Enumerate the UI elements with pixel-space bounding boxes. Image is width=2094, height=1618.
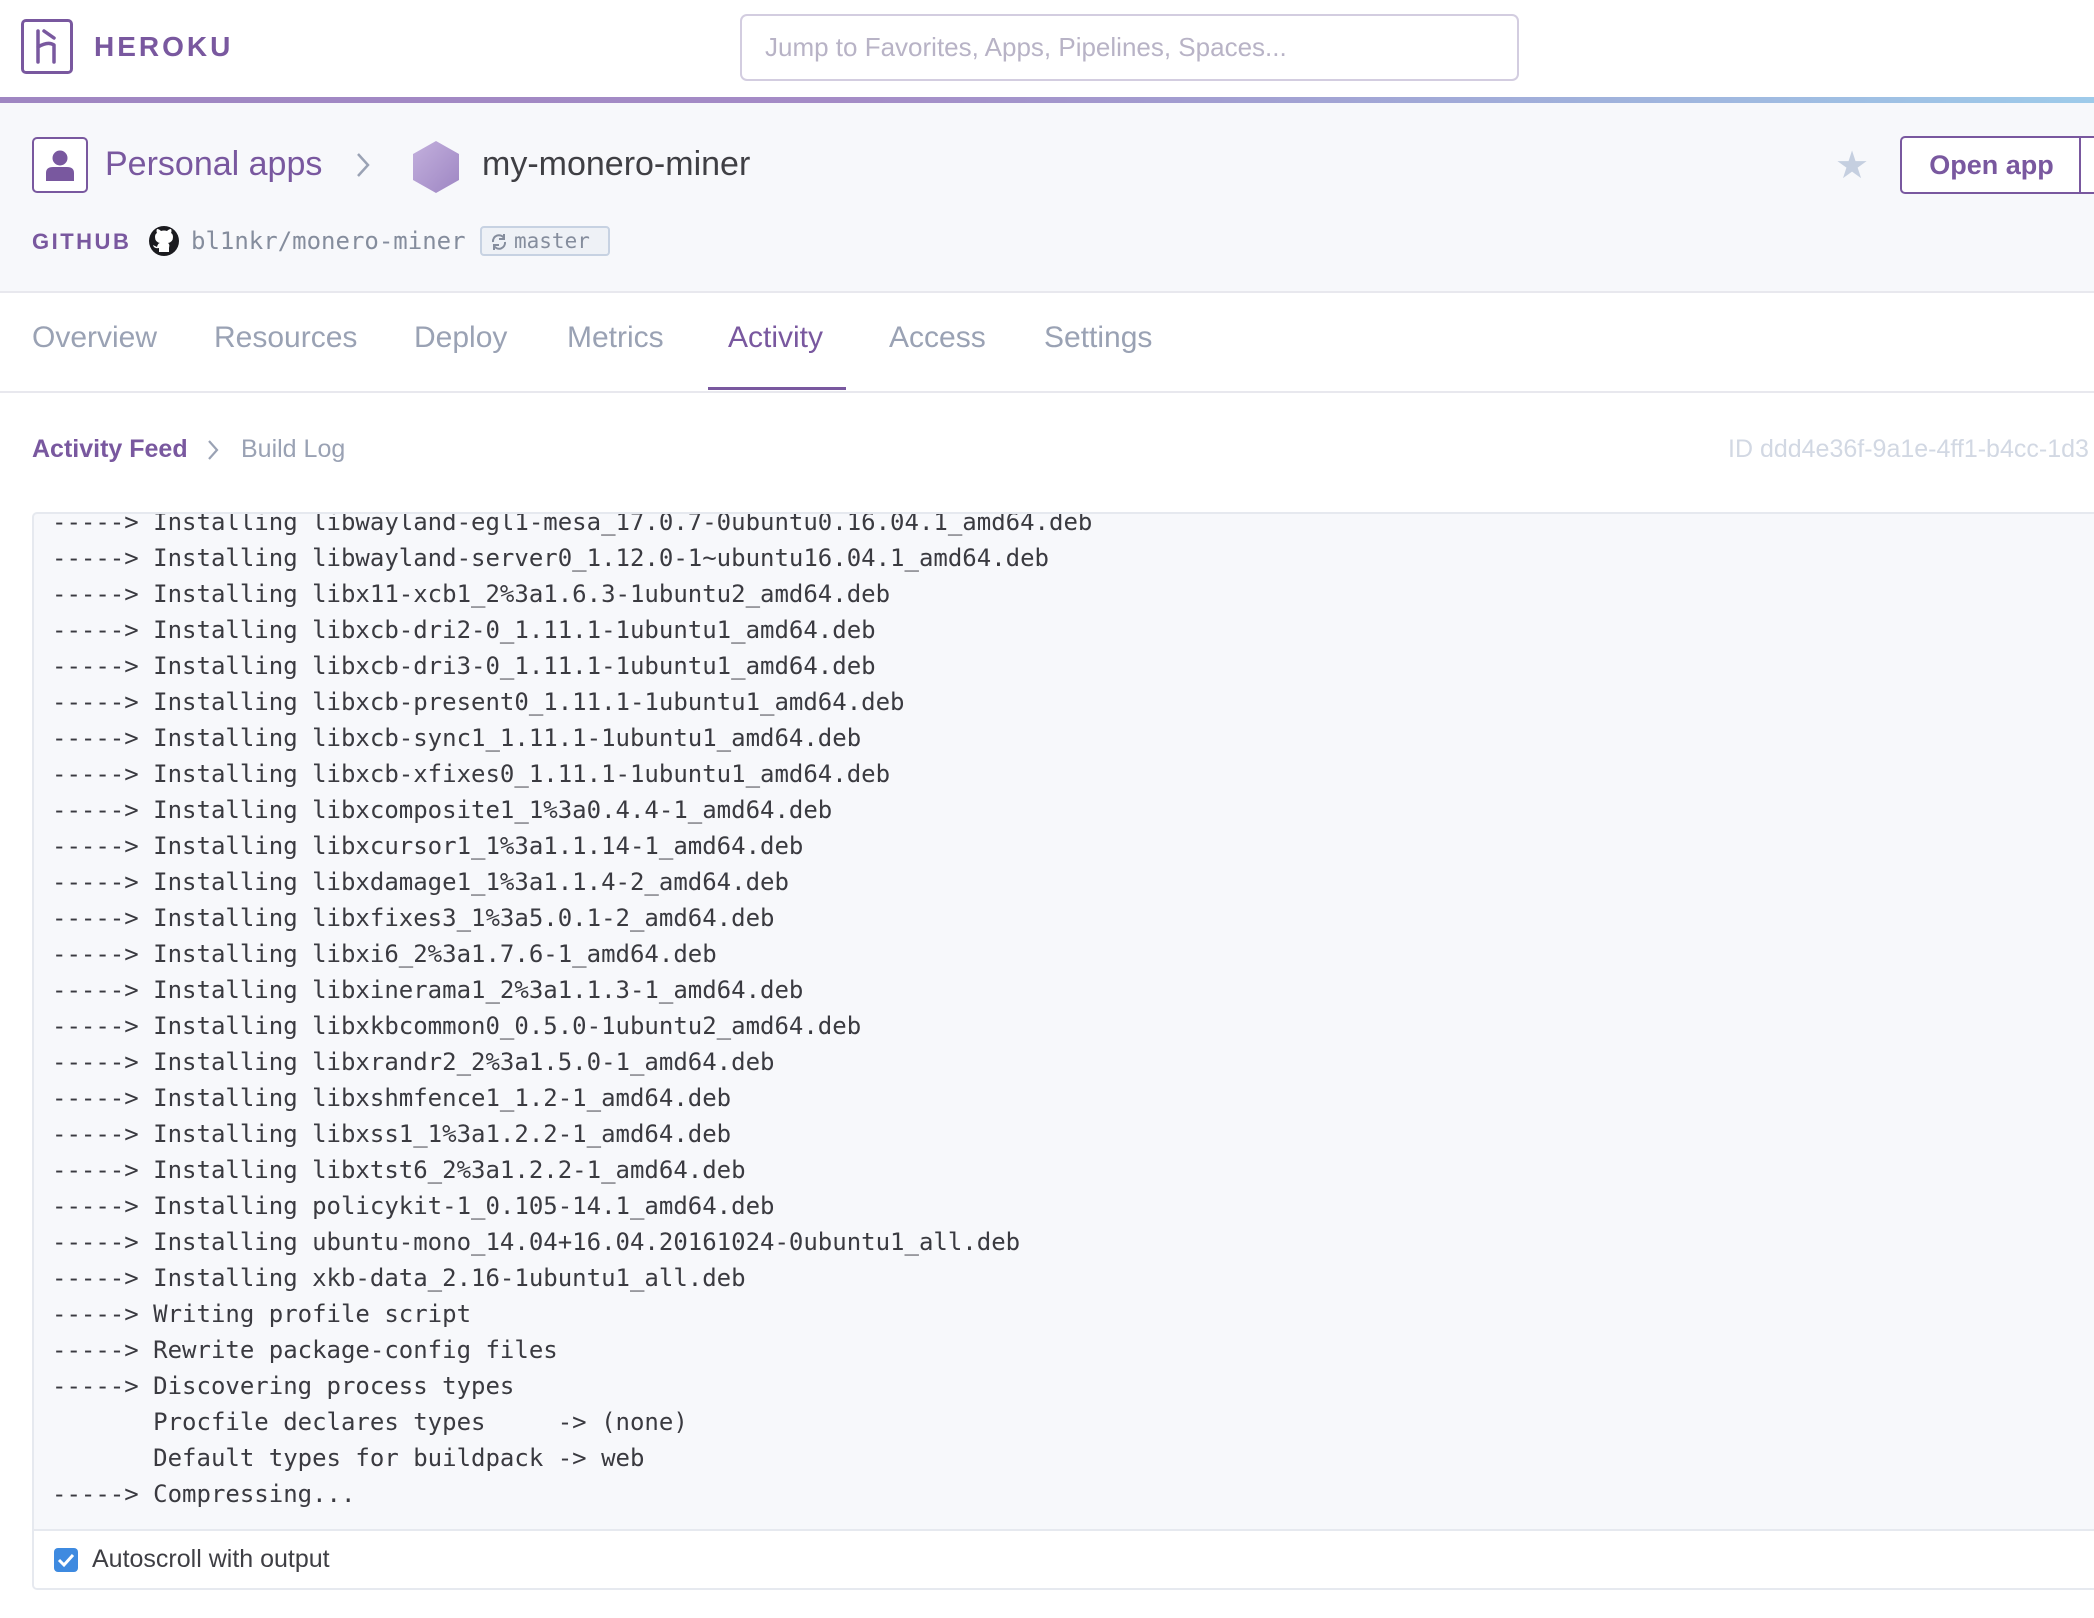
log-line: -----> Installing ubuntu-mono_14.04+16.0… bbox=[52, 1228, 1021, 1256]
app-name: my-monero-miner bbox=[482, 145, 751, 183]
log-line: -----> Installing libwayland-server0_1.1… bbox=[52, 544, 1049, 572]
tab-settings[interactable]: Settings bbox=[1044, 321, 1152, 355]
source-label: GITHUB bbox=[32, 229, 132, 254]
checkmark-icon bbox=[57, 1553, 75, 1568]
breadcrumb-build-log: Build Log bbox=[241, 435, 346, 463]
build-log-panel[interactable]: -----> Installing libwayland-egl1-mesa_1… bbox=[32, 512, 2094, 1590]
more-actions-button[interactable] bbox=[2079, 136, 2094, 194]
log-line: -----> Installing policykit-1_0.105-14.1… bbox=[52, 1192, 775, 1220]
log-line: -----> Installing libxfixes3_1%3a5.0.1-2… bbox=[52, 904, 775, 932]
log-line: -----> Installing libxshmfence1_1.2-1_am… bbox=[52, 1084, 732, 1112]
log-line: -----> Discovering process types bbox=[52, 1372, 515, 1400]
log-line: -----> Installing libxcb-present0_1.11.1… bbox=[52, 688, 905, 716]
app-header: Personal apps my-monero-miner ★ Open app… bbox=[0, 103, 2094, 293]
search-input[interactable] bbox=[740, 14, 1519, 81]
log-footer: Autoscroll with output bbox=[34, 1529, 2094, 1588]
log-line: -----> Installing libxinerama1_2%3a1.1.3… bbox=[52, 976, 804, 1004]
app-tabs: Overview Resources Deploy Metrics Activi… bbox=[0, 293, 2094, 393]
tab-activity[interactable]: Activity bbox=[728, 321, 823, 355]
log-line: -----> Installing libxcb-dri2-0_1.11.1-1… bbox=[52, 616, 876, 644]
tab-access[interactable]: Access bbox=[889, 321, 986, 355]
personal-account-icon[interactable] bbox=[32, 137, 88, 193]
autoscroll-label[interactable]: Autoscroll with output bbox=[92, 1545, 330, 1574]
log-line: -----> Installing xkb-data_2.16-1ubuntu1… bbox=[52, 1264, 746, 1292]
log-line: -----> Writing profile script bbox=[52, 1300, 472, 1328]
brand-wordmark[interactable]: HEROKU bbox=[94, 31, 233, 63]
log-line: Default types for buildpack -> web bbox=[52, 1444, 645, 1472]
breadcrumb-personal-apps[interactable]: Personal apps bbox=[105, 145, 322, 184]
log-line: -----> Installing libxkbcommon0_0.5.0-1u… bbox=[52, 1012, 862, 1040]
log-line: -----> Installing libwayland-egl1-mesa_1… bbox=[52, 512, 1093, 536]
top-bar: HEROKU bbox=[0, 0, 2094, 98]
build-log-output: -----> Installing libwayland-egl1-mesa_1… bbox=[52, 512, 1093, 1512]
log-line: -----> Installing libxcb-sync1_1.11.1-1u… bbox=[52, 724, 862, 752]
sync-icon bbox=[491, 234, 507, 250]
log-line: -----> Installing libxcb-dri3-0_1.11.1-1… bbox=[52, 652, 876, 680]
log-line: -----> Installing libxdamage1_1%3a1.1.4-… bbox=[52, 868, 789, 896]
chevron-right-icon bbox=[208, 440, 219, 460]
log-line: -----> Compressing... bbox=[52, 1480, 356, 1508]
github-icon bbox=[149, 226, 179, 256]
tab-overview[interactable]: Overview bbox=[32, 321, 157, 355]
chevron-right-icon bbox=[357, 153, 370, 177]
tab-resources[interactable]: Resources bbox=[214, 321, 357, 355]
log-line: -----> Installing libxss1_1%3a1.2.2-1_am… bbox=[52, 1120, 732, 1148]
heroku-logo-icon[interactable] bbox=[21, 19, 73, 74]
log-line: -----> Installing libxtst6_2%3a1.2.2-1_a… bbox=[52, 1156, 746, 1184]
log-line: -----> Installing libxcursor1_1%3a1.1.14… bbox=[52, 832, 804, 860]
tab-metrics[interactable]: Metrics bbox=[567, 321, 664, 355]
breadcrumb-activity-feed[interactable]: Activity Feed bbox=[32, 435, 188, 464]
log-line: -----> Rewrite package-config files bbox=[52, 1336, 558, 1364]
open-app-button[interactable]: Open app bbox=[1900, 136, 2083, 194]
branch-badge: master bbox=[480, 226, 610, 256]
active-tab-indicator bbox=[708, 387, 846, 390]
github-repo-link[interactable]: bl1nkr/monero-miner bbox=[191, 227, 466, 255]
log-line: -----> Installing libxrandr2_2%3a1.5.0-1… bbox=[52, 1048, 775, 1076]
favorite-star-icon[interactable]: ★ bbox=[1835, 143, 1869, 188]
log-line: Procfile declares types -> (none) bbox=[52, 1408, 688, 1436]
autoscroll-checkbox[interactable] bbox=[54, 1548, 78, 1572]
branch-name: master bbox=[514, 229, 590, 253]
log-line: -----> Installing libxcb-xfixes0_1.11.1-… bbox=[52, 760, 891, 788]
log-line: -----> Installing libxi6_2%3a1.7.6-1_amd… bbox=[52, 940, 717, 968]
log-line: -----> Installing libx11-xcb1_2%3a1.6.3-… bbox=[52, 580, 891, 608]
log-line: -----> Installing libxcomposite1_1%3a0.4… bbox=[52, 796, 833, 824]
app-hexagon-icon bbox=[413, 141, 459, 193]
build-id: ID ddd4e36f-9a1e-4ff1-b4cc-1d3 bbox=[1728, 435, 2089, 463]
tab-deploy[interactable]: Deploy bbox=[414, 321, 507, 355]
